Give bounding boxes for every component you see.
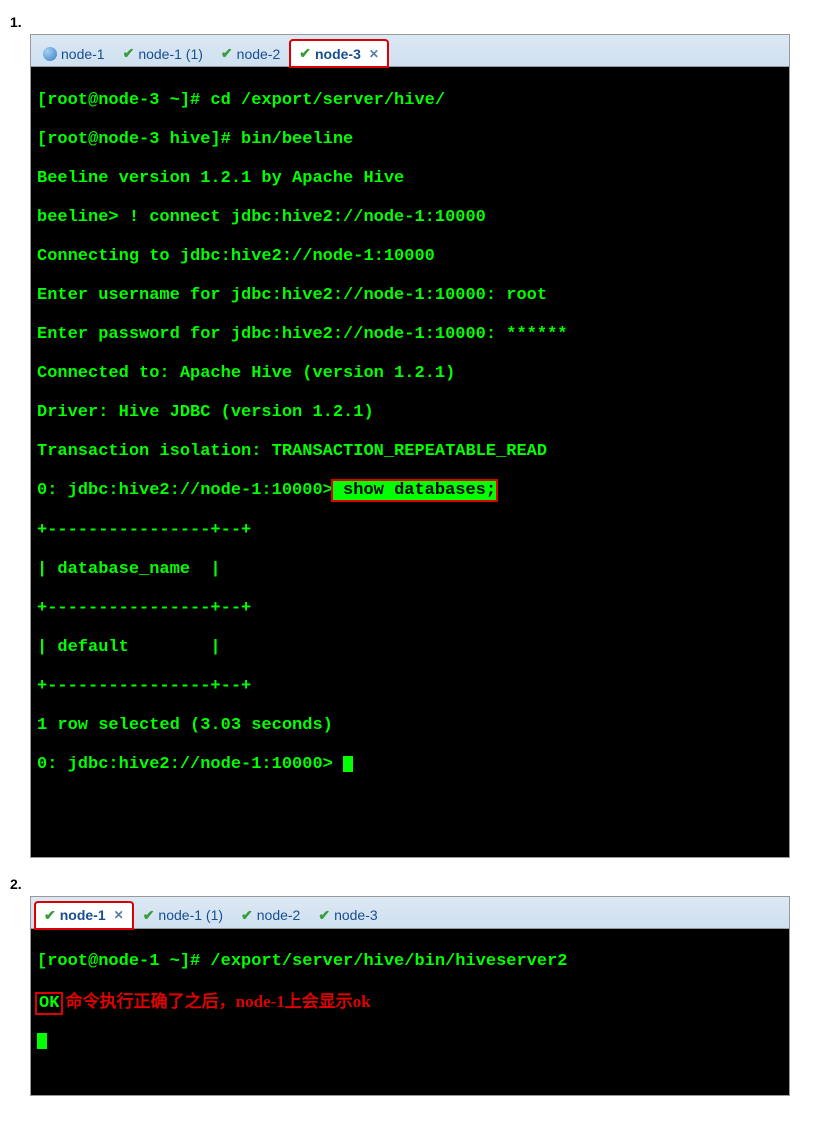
tab-node-1-1[interactable]: ✔ node-1 (1) [135, 903, 231, 928]
terminal-line: Connecting to jdbc:hive2://node-1:10000 [37, 247, 783, 267]
tab-label: node-3 [315, 46, 361, 62]
terminal-line: Transaction isolation: TRANSACTION_REPEA… [37, 442, 783, 462]
tab-label: node-1 [61, 46, 105, 62]
tab-label: node-1 (1) [158, 907, 223, 923]
terminal-line: Enter username for jdbc:hive2://node-1:1… [37, 286, 783, 306]
terminal-window-1: node-1 ✔ node-1 (1) ✔ node-2 ✔ node-3 ✕ … [30, 34, 790, 858]
terminal-line: [root@node-3 hive]# bin/beeline [37, 130, 783, 150]
terminal-line: Enter password for jdbc:hive2://node-1:1… [37, 325, 783, 345]
tab-label: node-2 [237, 46, 281, 62]
tab-node-2[interactable]: ✔ node-2 [213, 41, 288, 66]
terminal-line: | default | [37, 638, 783, 658]
terminal-line: +----------------+--+ [37, 521, 783, 541]
cursor [343, 756, 353, 772]
close-icon[interactable]: ✕ [369, 47, 379, 61]
terminal-line [37, 1033, 783, 1053]
tab-label: node-1 (1) [138, 46, 203, 62]
ok-text: OK [37, 994, 61, 1013]
step-1-label: 1. [10, 14, 816, 30]
tab-node-3[interactable]: ✔ node-3 [310, 903, 385, 928]
step-2-label: 2. [10, 876, 816, 892]
terminal-line: 0: jdbc:hive2://node-1:10000> [37, 755, 783, 775]
tab-bar-2: ✔ node-1 ✕ ✔ node-1 (1) ✔ node-2 ✔ node-… [31, 897, 789, 929]
terminal-line: OK 命令执行正确了之后，node-1上会显示ok [37, 992, 783, 1014]
circle-icon [43, 47, 57, 61]
close-icon[interactable]: ✕ [114, 908, 124, 922]
check-icon: ✔ [123, 45, 135, 62]
terminal-line: 1 row selected (3.03 seconds) [37, 716, 783, 736]
tab-label: node-1 [60, 907, 106, 923]
terminal-line: Driver: Hive JDBC (version 1.2.1) [37, 403, 783, 423]
cursor [37, 1033, 47, 1049]
highlighted-command: show databases; [333, 481, 496, 500]
terminal-1[interactable]: [root@node-3 ~]# cd /export/server/hive/… [31, 67, 789, 857]
tab-bar-1: node-1 ✔ node-1 (1) ✔ node-2 ✔ node-3 ✕ [31, 35, 789, 67]
tab-node-3[interactable]: ✔ node-3 ✕ [290, 40, 388, 67]
check-icon: ✔ [299, 45, 311, 62]
tab-node-1-1[interactable]: ✔ node-1 (1) [115, 41, 211, 66]
terminal-line: Beeline version 1.2.1 by Apache Hive [37, 169, 783, 189]
terminal-line: Connected to: Apache Hive (version 1.2.1… [37, 364, 783, 384]
check-icon: ✔ [143, 907, 155, 924]
tab-label: node-3 [334, 907, 378, 923]
check-icon: ✔ [44, 907, 56, 924]
terminal-line: [root@node-1 ~]# /export/server/hive/bin… [37, 952, 783, 972]
check-icon: ✔ [221, 45, 233, 62]
prompt: 0: jdbc:hive2://node-1:10000> [37, 755, 343, 774]
terminal-line [37, 794, 783, 814]
terminal-line: | database_name | [37, 560, 783, 580]
terminal-window-2: ✔ node-1 ✕ ✔ node-1 (1) ✔ node-2 ✔ node-… [30, 896, 790, 1096]
terminal-line: +----------------+--+ [37, 677, 783, 697]
tab-node-2[interactable]: ✔ node-2 [233, 903, 308, 928]
tab-node-1[interactable]: node-1 [35, 42, 113, 66]
prompt: 0: jdbc:hive2://node-1:10000> [37, 481, 333, 500]
terminal-line: [root@node-3 ~]# cd /export/server/hive/ [37, 91, 783, 111]
terminal-2[interactable]: [root@node-1 ~]# /export/server/hive/bin… [31, 929, 789, 1095]
check-icon: ✔ [241, 907, 253, 924]
tab-node-1[interactable]: ✔ node-1 ✕ [35, 902, 133, 929]
terminal-line: +----------------+--+ [37, 599, 783, 619]
terminal-line: beeline> ! connect jdbc:hive2://node-1:1… [37, 208, 783, 228]
annotation-note: 命令执行正确了之后，node-1上会显示ok [61, 992, 370, 1011]
tab-label: node-2 [257, 907, 301, 923]
check-icon: ✔ [318, 907, 330, 924]
terminal-line: 0: jdbc:hive2://node-1:10000> show datab… [37, 481, 783, 501]
